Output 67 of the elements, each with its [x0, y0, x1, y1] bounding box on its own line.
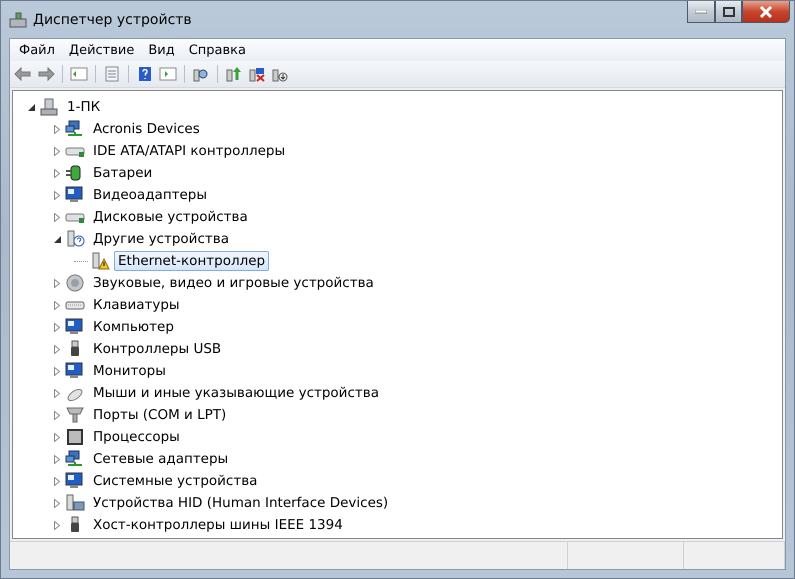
tree-item[interactable]: Хост-контроллеры шины IEEE 1394	[89, 515, 347, 535]
expand-arrow-icon[interactable]	[54, 190, 60, 200]
expand-arrow-icon[interactable]	[54, 410, 60, 420]
window-title: Диспетчер устройств	[33, 12, 192, 28]
expand-arrow-icon[interactable]	[54, 520, 60, 530]
monitor-icon	[65, 362, 85, 380]
tree-item[interactable]: Ethernet-контроллер	[114, 251, 270, 271]
tree-item[interactable]: 1-ПК	[63, 97, 104, 117]
expand-arrow-icon[interactable]	[54, 432, 60, 442]
network-adapter-icon	[65, 450, 85, 468]
expand-arrow-icon[interactable]	[54, 476, 60, 486]
close-button[interactable]	[742, 1, 790, 23]
expand-arrow-icon[interactable]	[54, 278, 60, 288]
tree-item[interactable]: Системные устройства	[89, 471, 262, 491]
computer-icon	[39, 98, 59, 116]
expand-arrow-icon[interactable]	[54, 388, 60, 398]
tree-item[interactable]: Устройства HID (Human Interface Devices)	[89, 493, 392, 513]
hid-device-icon	[65, 494, 85, 512]
tree-item[interactable]: Порты (COM и LPT)	[89, 405, 230, 425]
tree-item[interactable]: Батареи	[89, 163, 156, 183]
tree-item[interactable]: Мониторы	[89, 361, 170, 381]
expand-arrow-icon[interactable]	[54, 344, 60, 354]
expand-arrow-icon[interactable]	[54, 498, 60, 508]
expand-arrow-icon[interactable]	[54, 146, 60, 156]
expand-arrow-icon[interactable]	[54, 300, 60, 310]
tree-item[interactable]: Видеоадаптеры	[89, 185, 212, 205]
tree-item[interactable]: Дисковые устройства	[89, 207, 252, 227]
monitor-icon	[65, 472, 85, 490]
unknown-device-icon	[65, 230, 85, 248]
minimize-icon	[695, 10, 707, 14]
tree-item[interactable]: Мыши и иные указывающие устройства	[89, 383, 383, 403]
forward-arrow-icon[interactable]	[36, 64, 56, 84]
maximize-button[interactable]	[715, 1, 742, 23]
tree-item[interactable]: Процессоры	[89, 427, 184, 447]
expand-arrow-icon[interactable]	[54, 366, 60, 376]
tree-item[interactable]: Клавиатуры	[89, 295, 184, 315]
expand-arrow-icon[interactable]	[54, 168, 60, 178]
collapse-arrow-icon[interactable]	[28, 104, 34, 110]
processor-icon	[65, 428, 85, 446]
tree-item[interactable]: Acronis Devices	[89, 119, 204, 139]
network-adapter-icon	[65, 120, 85, 138]
tree-line	[74, 260, 88, 262]
speaker-icon	[65, 274, 85, 292]
minimize-button[interactable]	[687, 1, 715, 23]
menu-item[interactable]: Справка	[182, 42, 253, 58]
monitor-icon	[65, 186, 85, 204]
tree-item[interactable]: Компьютер	[89, 317, 178, 337]
collapse-arrow-icon[interactable]	[54, 236, 60, 242]
port-icon	[65, 406, 85, 424]
monitor-icon	[65, 318, 85, 336]
tree-item[interactable]: Сетевые адаптеры	[89, 449, 232, 469]
tree-item[interactable]: IDE ATA/ATAPI контроллеры	[89, 141, 290, 161]
expand-arrow-icon[interactable]	[54, 212, 60, 222]
menu-item[interactable]: Файл	[12, 42, 62, 58]
back-arrow-icon[interactable]	[13, 64, 33, 84]
close-icon	[759, 6, 773, 18]
tree-item[interactable]: Звуковые, видео и игровые устройства	[89, 273, 378, 293]
device-manager-icon	[9, 12, 27, 28]
tree-item[interactable]: Контроллеры USB	[89, 339, 226, 359]
tree-item[interactable]: Другие устройства	[89, 229, 233, 249]
maximize-icon	[722, 6, 734, 16]
expand-arrow-icon[interactable]	[54, 124, 60, 134]
warning-device-icon	[90, 252, 110, 270]
menu-item[interactable]: Вид	[141, 42, 182, 58]
menu-item[interactable]: Действие	[62, 42, 142, 58]
expand-arrow-icon[interactable]	[54, 454, 60, 464]
expand-arrow-icon[interactable]	[54, 322, 60, 332]
